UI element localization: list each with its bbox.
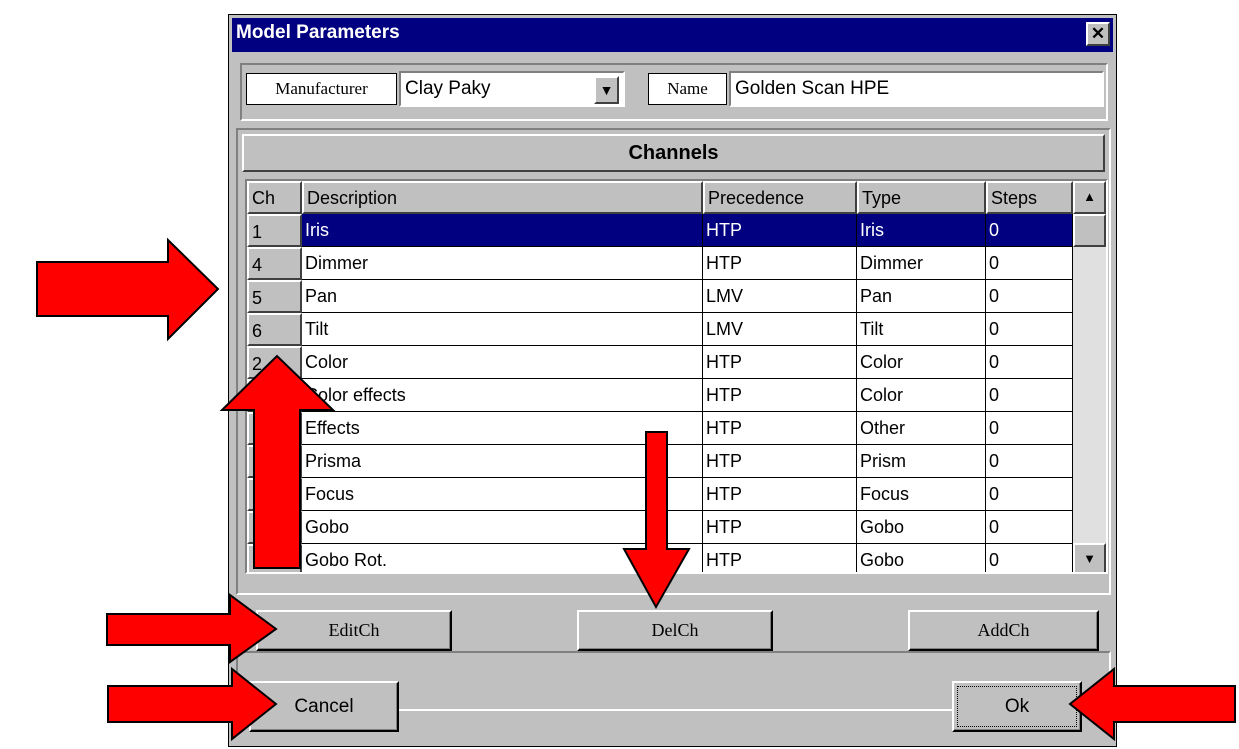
arrow-down-to-delch-icon	[622, 431, 691, 610]
arrow-left-to-ok-icon	[1068, 666, 1236, 742]
arrow-right-to-ch-column-icon	[36, 237, 220, 342]
arrow-right-to-editch-icon	[106, 593, 278, 664]
annotation-arrows	[36, 237, 1236, 742]
arrow-up-to-ch-column-icon	[219, 354, 336, 569]
arrow-right-to-cancel-icon	[107, 666, 278, 742]
